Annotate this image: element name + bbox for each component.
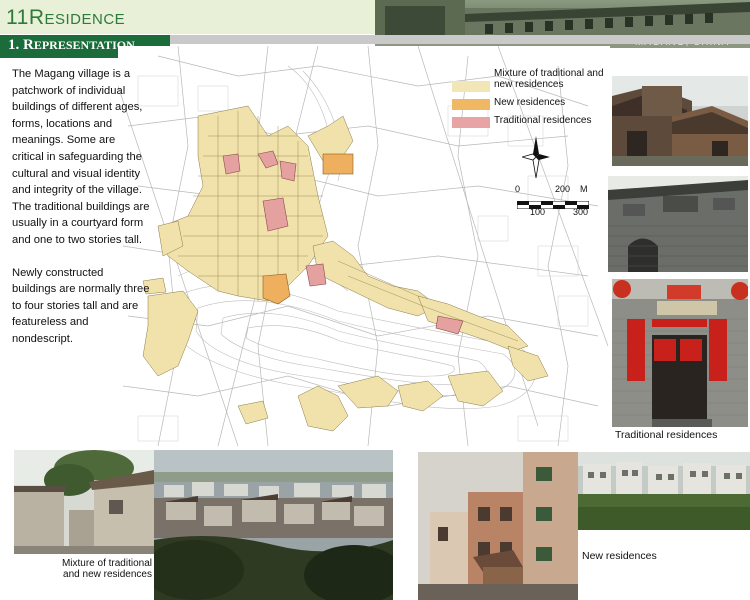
legend-swatch-traditional (452, 117, 490, 128)
scale-bar (516, 196, 590, 210)
legend-swatch-new (452, 99, 490, 110)
photo-traditional-roofs (612, 76, 748, 166)
photo-new-residences-row (578, 452, 750, 530)
intro-text: The Magang village is a patchwork of ind… (12, 66, 150, 348)
scale-label-0: 0 (515, 184, 521, 194)
page-title: 11RESIDENCE (6, 6, 126, 29)
scale-label-100: 100 (530, 207, 546, 217)
caption-mixture: Mixture of traditional and new residence… (61, 558, 152, 580)
photo-village-overview (154, 450, 393, 600)
scale-label-200: 200 (555, 184, 571, 194)
intro-paragraph-2: Newly constructed buildings are normally… (12, 266, 150, 345)
photo-traditional-gate (608, 176, 748, 272)
section-title: 1. REPRESENTATION (8, 37, 135, 53)
scale-label-300: 300 (573, 207, 589, 217)
intro-paragraph-1: The Magang village is a patchwork of ind… (12, 68, 150, 246)
caption-new: New residences (582, 550, 657, 562)
photo-mixture-alley (14, 450, 154, 554)
photo-new-residences-block (418, 452, 578, 600)
north-arrow-icon (520, 136, 550, 179)
legend-swatch-mixture (452, 81, 490, 92)
legend-label-new: New residences (494, 97, 566, 108)
caption-traditional: Traditional residences (615, 429, 718, 441)
photo-traditional-door (612, 279, 748, 427)
legend-label-traditional: Traditional residences (494, 115, 592, 126)
scale-label-unit: M (580, 184, 588, 194)
legend-label-mixture: Mixture of traditional and new residence… (494, 68, 604, 90)
section-divider (170, 35, 750, 44)
